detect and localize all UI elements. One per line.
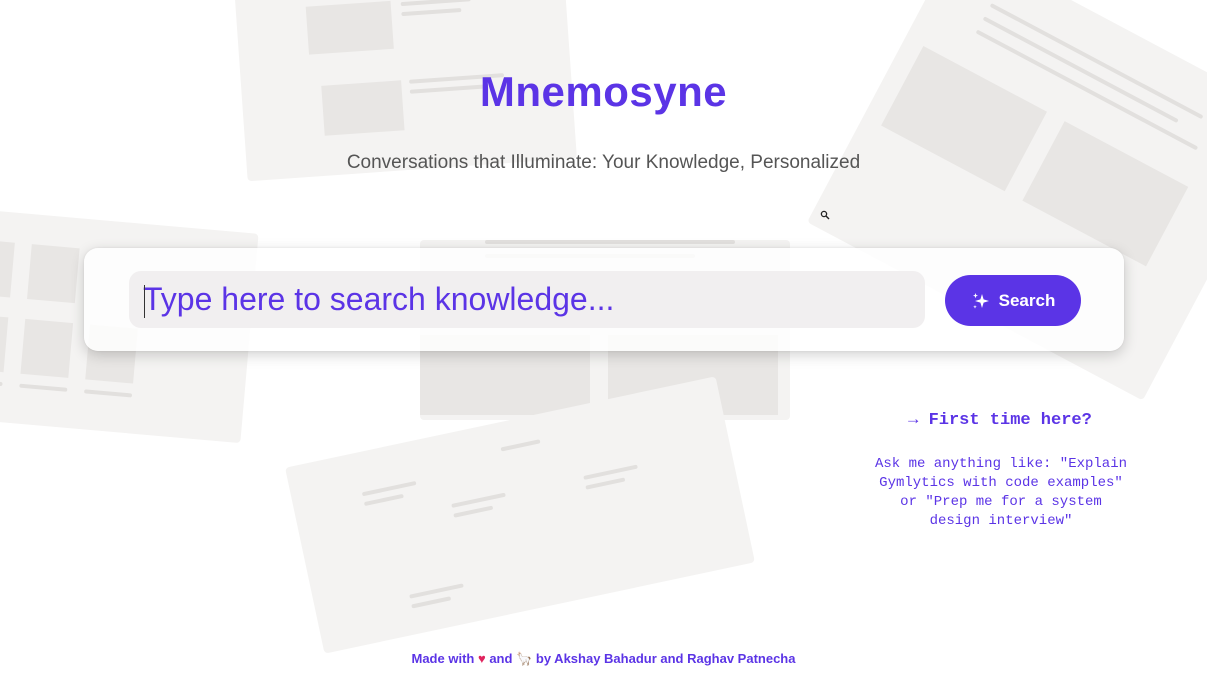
footer-and: and <box>489 651 513 666</box>
llama-icon: 🦙 <box>516 651 533 666</box>
heart-icon: ♥ <box>477 651 486 666</box>
search-icon <box>820 210 830 220</box>
app-subtitle: Conversations that Illuminate: Your Know… <box>346 152 861 173</box>
search-panel: Search <box>84 248 1124 351</box>
app-title: Mnemosyne <box>479 68 728 115</box>
page: Mnemosyne Conversations that Illuminate:… <box>0 0 1207 678</box>
text-caret <box>144 285 145 318</box>
search-button-label: Search <box>998 290 1056 310</box>
footer-credits: Made with ♥ and 🦙 by Akshay Bahadur and … <box>0 651 1207 667</box>
background-card <box>285 376 755 654</box>
search-button[interactable]: Search <box>945 275 1081 326</box>
footer-authors: by Akshay Bahadur and Raghav Patnecha <box>535 651 796 666</box>
sparkle-icon <box>972 292 989 309</box>
first-time-heading: → First time here? <box>908 411 1092 430</box>
first-time-examples: Ask me anything like: "Explain Gymlytics… <box>874 456 1128 529</box>
footer-prefix: Made with <box>411 651 475 666</box>
search-input[interactable] <box>129 271 925 328</box>
